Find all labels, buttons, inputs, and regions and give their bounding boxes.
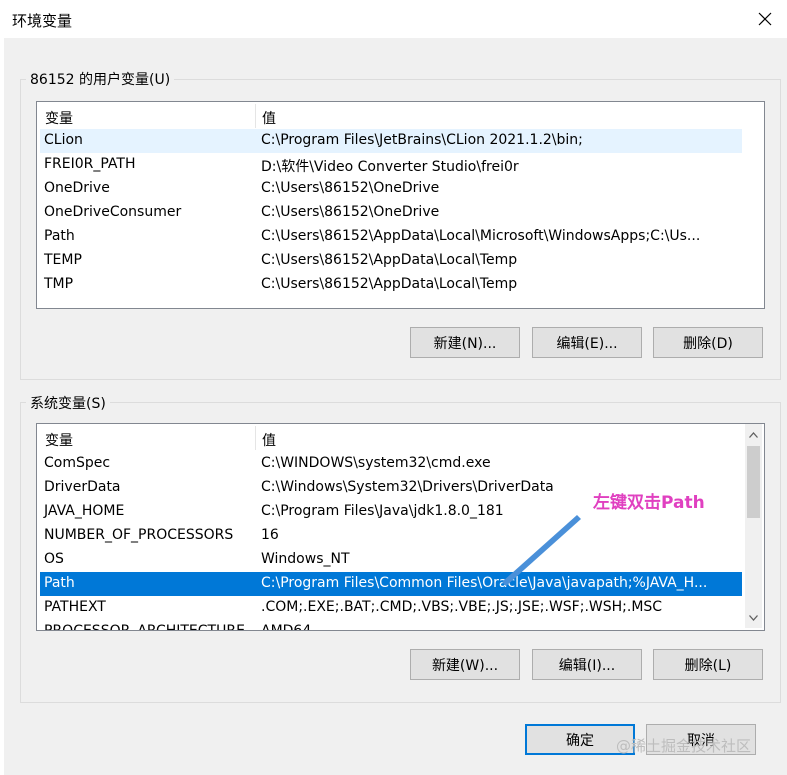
watermark: @稀土掘金技术社区 bbox=[616, 737, 752, 755]
annotation-arrow-icon bbox=[502, 515, 581, 586]
annotation-text: 左键双击Path bbox=[593, 493, 705, 513]
